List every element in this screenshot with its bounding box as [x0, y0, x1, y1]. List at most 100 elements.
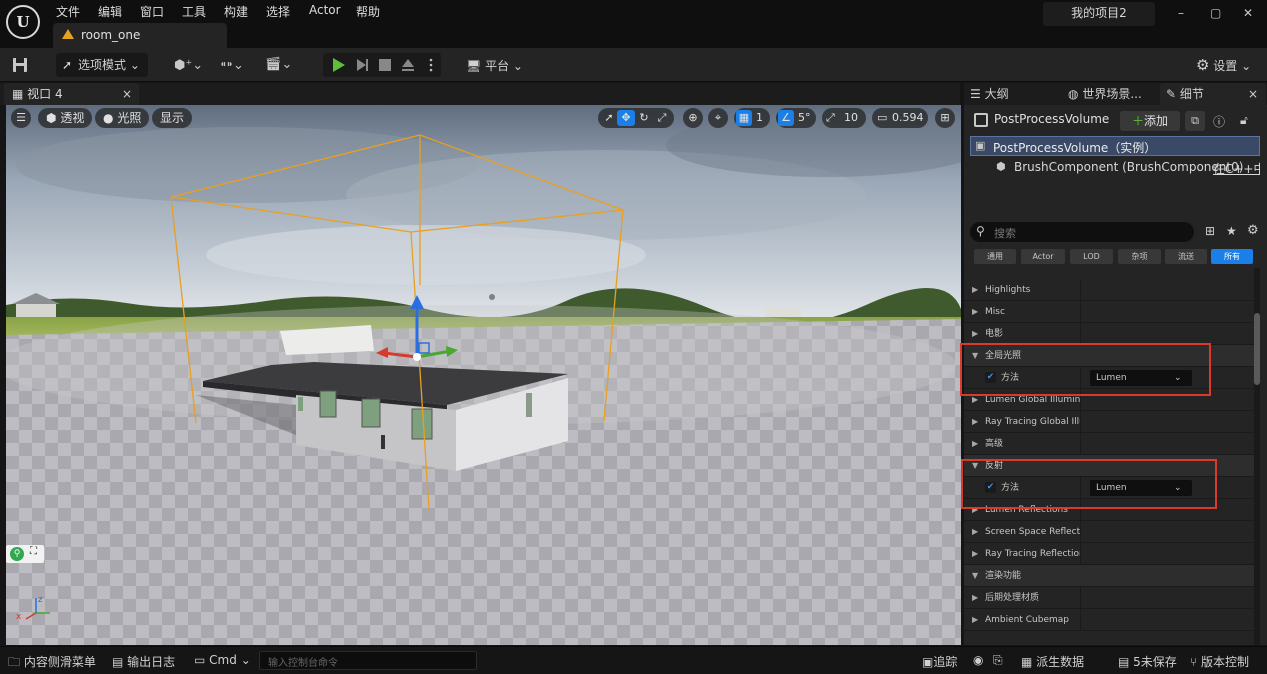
- selection-mode-button[interactable]: ➚ 选项模式 ⌄: [56, 53, 148, 77]
- play-button[interactable]: [327, 53, 349, 77]
- move-tool-icon[interactable]: ✥: [617, 110, 635, 126]
- category-advanced[interactable]: ▶ 高级: [964, 433, 1254, 455]
- menu-build[interactable]: 构建: [224, 3, 248, 20]
- gear-icon[interactable]: ⚙: [1247, 223, 1259, 238]
- perspective-button[interactable]: ⬢ 透视: [38, 108, 93, 128]
- category-misc[interactable]: ▶ Misc: [964, 301, 1254, 323]
- menu-tools[interactable]: 工具: [182, 3, 206, 20]
- viewport-menu-button[interactable]: ☰: [11, 108, 31, 128]
- viewport-layout-icon[interactable]: ⊞: [935, 108, 955, 128]
- filter-all[interactable]: 所有: [1211, 249, 1253, 264]
- menu-file[interactable]: 文件: [56, 3, 80, 20]
- minimize-button[interactable]: –: [1178, 6, 1184, 20]
- cinematics-icon[interactable]: 🎬︎⌄: [265, 57, 292, 72]
- category-pp-materials[interactable]: ▶ 后期处理材质: [964, 587, 1254, 609]
- trace-label: 追踪: [933, 655, 958, 669]
- category-label: Ambient Cubemap: [985, 615, 1070, 625]
- cpp-link[interactable]: 在C++中: [1213, 160, 1260, 177]
- trace-button[interactable]: ▣追踪: [922, 653, 957, 670]
- unsaved-button[interactable]: ▤ 5未保存: [1118, 653, 1177, 670]
- console-input[interactable]: 输入控制台命令: [259, 651, 477, 670]
- live-coding-widget[interactable]: ⚲ ⛶: [6, 545, 44, 563]
- stop-button[interactable]: [375, 53, 397, 77]
- angle-snap-button[interactable]: ∠ 5°: [776, 108, 816, 128]
- grid-snap-button[interactable]: ▦ 1: [734, 108, 770, 128]
- category-highlights[interactable]: ▶ Highlights: [964, 279, 1254, 301]
- scrollbar-thumb[interactable]: [1254, 313, 1260, 385]
- source-control-button[interactable]: ⑂ 版本控制: [1190, 653, 1249, 670]
- plus-icon: ＋: [1131, 114, 1144, 128]
- category-rendering-features[interactable]: ▼ 渲染功能: [964, 565, 1254, 587]
- filter-lod[interactable]: LOD: [1070, 249, 1113, 264]
- platform-label: 平台: [485, 59, 510, 73]
- show-button[interactable]: 显示: [152, 108, 193, 128]
- menu-actor[interactable]: Actor: [309, 3, 341, 17]
- menu-edit[interactable]: 编辑: [98, 3, 122, 20]
- record-icon[interactable]: ◉: [973, 653, 983, 667]
- help-icon[interactable]: ⓘ: [1213, 113, 1225, 130]
- chevron-down-icon: ⌄: [129, 58, 140, 72]
- level-tab-label: room_one: [81, 28, 141, 42]
- blueprint-convert-icon[interactable]: ⧉: [1185, 111, 1205, 131]
- category-ssr[interactable]: ▶ Screen Space Reflections: [964, 521, 1254, 543]
- tab-outliner[interactable]: ☰ 大纲: [970, 83, 1050, 105]
- menu-window[interactable]: 窗口: [140, 3, 164, 20]
- camera-icon: ▭: [877, 111, 888, 124]
- menu-help[interactable]: 帮助: [356, 3, 380, 20]
- add-component-button[interactable]: ＋添加: [1120, 111, 1180, 131]
- platforms-button[interactable]: 🖥︎ 平台 ⌄: [466, 57, 523, 74]
- viewport-tab[interactable]: ▦ 视口 4 ×: [4, 83, 139, 105]
- lock-icon[interactable]: 🔓︎: [1240, 113, 1248, 128]
- grid-icon: ▦: [736, 110, 752, 126]
- filter-actor[interactable]: Actor: [1021, 249, 1065, 264]
- cmd-dropdown[interactable]: ▭ Cmd ⌄: [194, 653, 251, 667]
- content-drawer-button[interactable]: 🗀︎ 内容侧滑菜单: [8, 653, 96, 674]
- camera-speed-button[interactable]: ▭ 0.594: [872, 108, 928, 128]
- category-ambient-cubemap[interactable]: ▶ Ambient Cubemap: [964, 609, 1254, 631]
- category-rt-reflections[interactable]: ▶ Ray Tracing Reflections: [964, 543, 1254, 565]
- menu-select[interactable]: 选择: [266, 3, 290, 20]
- tree-child-item[interactable]: ⬢ BrushComponent (BrushComponent0) 在C++中: [970, 158, 1260, 178]
- category-rt-gi[interactable]: ▶ Ray Tracing Global Illumination: [964, 411, 1254, 433]
- level-tab[interactable]: room_one: [53, 23, 227, 48]
- category-film[interactable]: ▶ 电影: [964, 323, 1254, 345]
- derived-data-button[interactable]: ▦ 派生数据: [1021, 653, 1084, 670]
- table-view-icon[interactable]: ⊞: [1205, 224, 1215, 238]
- tree-root-item[interactable]: ▣ PostProcessVolume（实例）: [970, 136, 1260, 156]
- screenshot-icon[interactable]: ⎘: [993, 653, 1003, 668]
- filter-streaming[interactable]: 流送: [1165, 249, 1207, 264]
- level-viewport[interactable]: z x ☰ ⬢ 透视 ● 光照 显示 ➚ ✥ ↻ ⤢ ⊕ ⌖ ▦ 1 ∠ 5° …: [6, 105, 961, 645]
- save-icon[interactable]: [10, 55, 32, 75]
- rotate-tool-icon[interactable]: ↻: [635, 108, 653, 128]
- scale-snap-button[interactable]: ⤢ 10: [822, 108, 866, 128]
- world-local-icon[interactable]: ⊕: [683, 108, 703, 128]
- advance-frame-button[interactable]: [351, 53, 373, 77]
- unreal-logo-icon[interactable]: U: [6, 5, 40, 39]
- tab-details[interactable]: ✎ 细节 ×: [1160, 83, 1266, 105]
- filter-general[interactable]: 通用: [974, 249, 1016, 264]
- close-tab-icon[interactable]: ×: [1248, 83, 1258, 105]
- close-window-button[interactable]: ✕: [1243, 6, 1253, 20]
- surface-snap-icon[interactable]: ⌖: [708, 108, 728, 128]
- settings-button[interactable]: ⚙ 设置 ⌄: [1196, 56, 1251, 74]
- close-tab-icon[interactable]: ×: [122, 83, 132, 105]
- select-tool-icon[interactable]: ➚: [600, 108, 618, 128]
- eject-button[interactable]: [399, 53, 421, 77]
- blueprint-icon[interactable]: ⁌⁍⌄: [220, 58, 244, 73]
- platform-icon: 🖥︎: [466, 59, 482, 73]
- scale-tool-icon[interactable]: ⤢: [653, 108, 671, 128]
- add-actor-icon[interactable]: ⬢⁺⌄: [174, 58, 203, 73]
- source-control-label: 版本控制: [1201, 655, 1250, 669]
- level-icon: [62, 29, 74, 39]
- star-icon[interactable]: ★: [1226, 224, 1237, 238]
- tab-world-settings[interactable]: ◍ 世界场景...: [1068, 83, 1158, 105]
- viewport-tab-bar: ▦ 视口 4 ×: [0, 83, 960, 105]
- expand-arrow-icon: ▶: [972, 307, 979, 316]
- maximize-button[interactable]: ▢: [1210, 6, 1221, 20]
- actor-name: PostProcessVolume: [994, 112, 1110, 126]
- play-options-button[interactable]: [423, 53, 439, 77]
- output-log-button[interactable]: ▤ 输出日志: [112, 653, 175, 670]
- filter-misc[interactable]: 杂项: [1118, 249, 1161, 264]
- lit-mode-button[interactable]: ● 光照: [95, 108, 150, 128]
- search-input[interactable]: ⚲ 搜索: [970, 222, 1194, 242]
